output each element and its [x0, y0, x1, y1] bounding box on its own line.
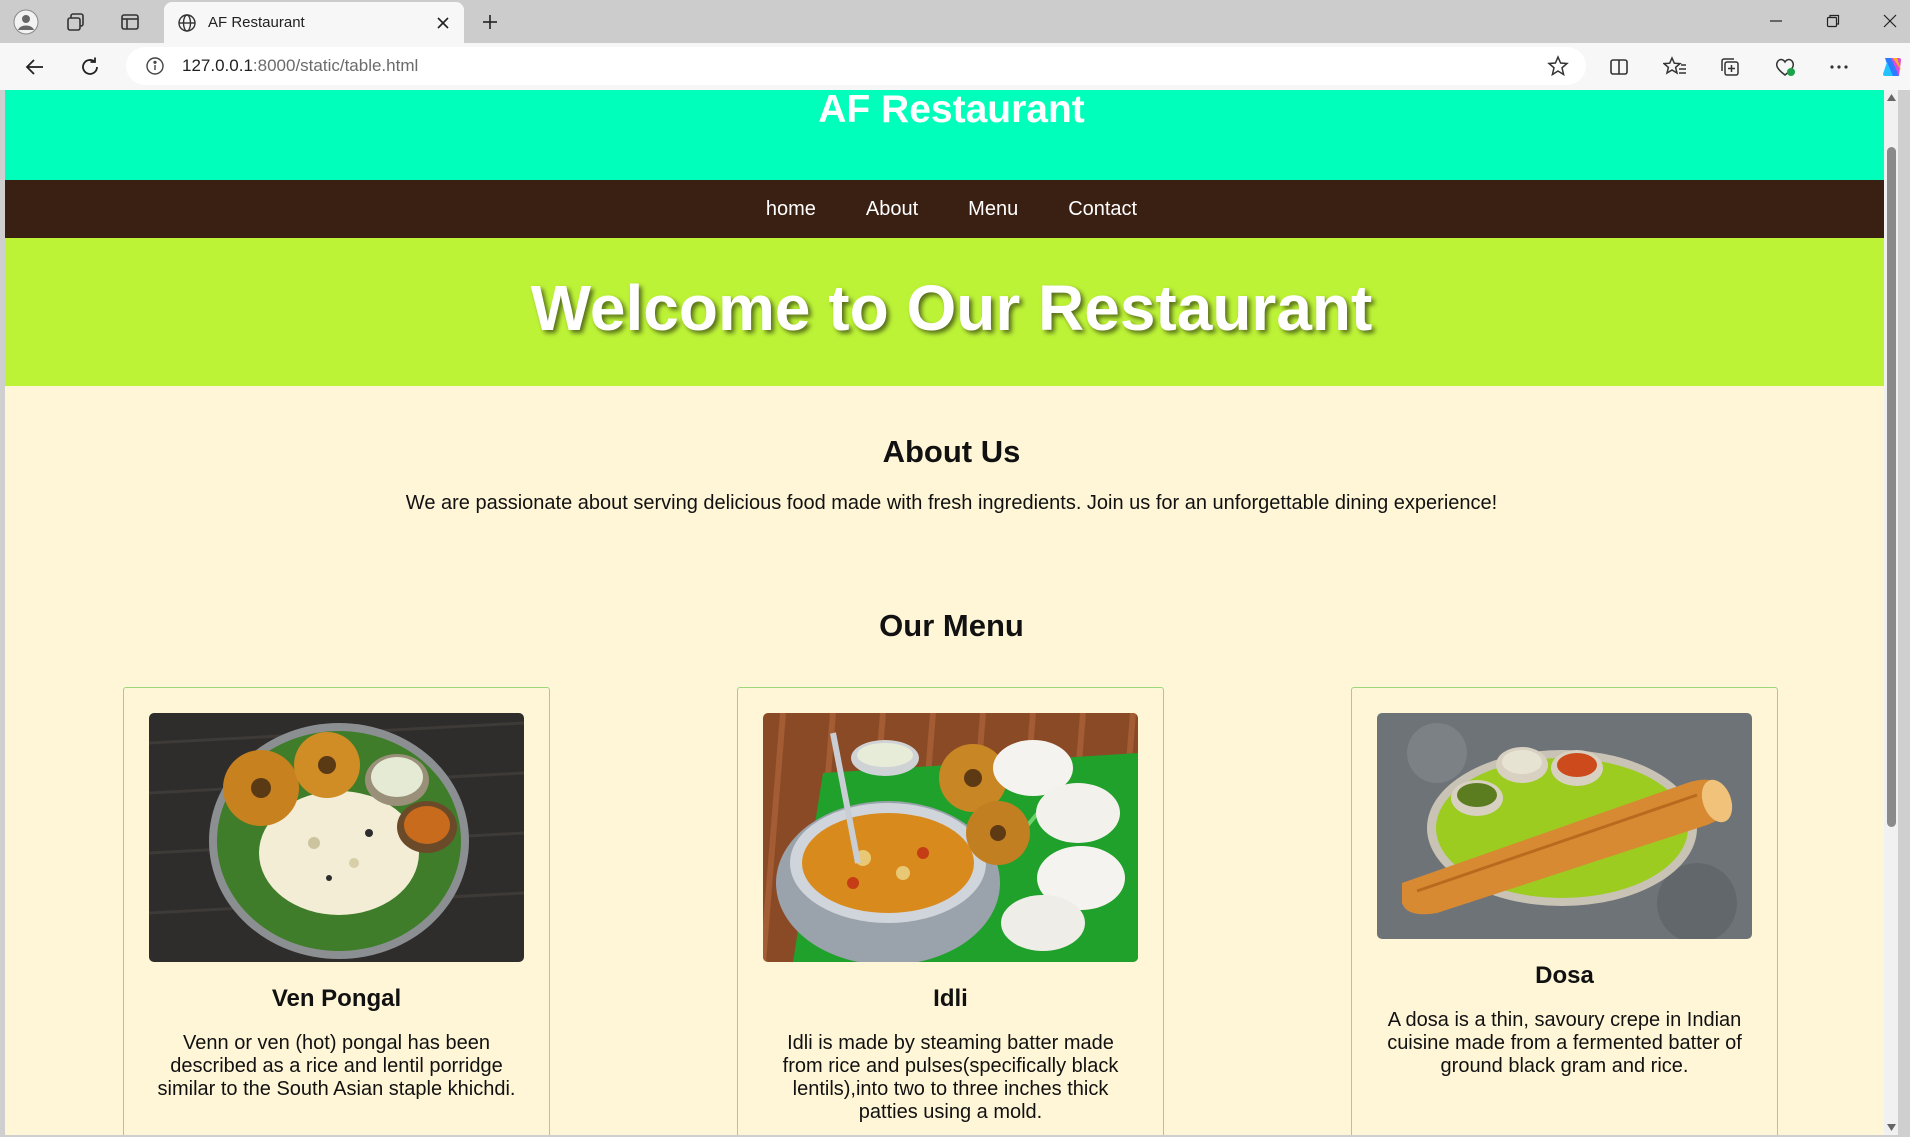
nav-link-about[interactable]: About — [866, 198, 918, 221]
tab-title: AF Restaurant — [208, 14, 305, 31]
menu-card: Ven Pongal Venn or ven (hot) pongal has … — [123, 687, 550, 1135]
menu-heading: Our Menu — [879, 608, 1024, 643]
browser-tab-strip: AF Restaurant — [0, 0, 1910, 43]
url-path: :8000/static/table.html — [252, 56, 419, 75]
close-window-icon[interactable] — [1862, 0, 1910, 42]
favorite-star-icon[interactable] — [1546, 54, 1570, 78]
dish-name: Ven Pongal — [271, 985, 402, 1012]
scroll-down-icon[interactable] — [1887, 1124, 1896, 1131]
active-tab[interactable]: AF Restaurant — [164, 2, 464, 43]
browser-essentials-icon[interactable] — [1769, 51, 1801, 83]
dish-name: Dosa — [1535, 962, 1594, 989]
dish-name: Idli — [933, 985, 968, 1012]
site-header: AF Restaurant — [5, 90, 1898, 180]
more-options-icon[interactable] — [1823, 51, 1855, 83]
scroll-up-icon[interactable] — [1887, 94, 1896, 101]
idli-image — [763, 713, 1138, 962]
hero-banner: Welcome to Our Restaurant — [5, 238, 1898, 386]
profile-icon[interactable] — [10, 6, 42, 38]
dosa-image — [1377, 713, 1752, 939]
page-scrollbar[interactable] — [1884, 90, 1898, 1135]
nav-link-home[interactable]: home — [766, 198, 816, 221]
url-host: 127.0.0.1 — [182, 56, 253, 75]
ven-pongal-image — [149, 713, 524, 962]
about-text: We are passionate about serving deliciou… — [405, 492, 1498, 514]
dish-description: Venn or ven (hot) pongal has been descri… — [157, 1032, 516, 1100]
new-tab-icon[interactable] — [474, 6, 506, 38]
nav-link-contact[interactable]: Contact — [1068, 198, 1137, 221]
scroll-thumb[interactable] — [1887, 147, 1896, 827]
menu-card: Dosa A dosa is a thin, savoury crepe in … — [1351, 687, 1778, 1135]
hero-heading: Welcome to Our Restaurant — [530, 272, 1373, 344]
dish-description: Idli is made by steaming batter made fro… — [782, 1032, 1119, 1123]
favorites-icon[interactable] — [1659, 51, 1691, 83]
minimize-icon[interactable] — [1748, 0, 1804, 42]
menu-grid: Ven Pongal Venn or ven (hot) pongal has … — [5, 644, 1898, 1135]
close-tab-icon[interactable] — [430, 10, 456, 36]
back-arrow-icon[interactable] — [18, 50, 52, 84]
site-title: AF Restaurant — [818, 90, 1085, 131]
site-nav: home About Menu Contact — [5, 180, 1898, 238]
restore-icon[interactable] — [1805, 0, 1861, 42]
about-section: About Us We are passionate about serving… — [5, 386, 1898, 515]
browser-toolbar: 127.0.0.1:8000/static/table.html — [0, 43, 1910, 90]
url-text: 127.0.0.1:8000/static/table.html — [182, 56, 418, 76]
dish-description: A dosa is a thin, savoury crepe in India… — [1387, 1009, 1742, 1077]
site-info-icon[interactable] — [144, 55, 166, 77]
collections-icon[interactable] — [1714, 51, 1746, 83]
vertical-tabs-icon[interactable] — [114, 6, 146, 38]
copilot-icon[interactable] — [1876, 51, 1908, 83]
reload-icon[interactable] — [73, 50, 107, 84]
nav-link-menu[interactable]: Menu — [968, 198, 1018, 221]
workspaces-icon[interactable] — [60, 6, 92, 38]
globe-icon — [176, 12, 198, 34]
about-heading: About Us — [882, 434, 1021, 469]
page-viewport: AF Restaurant home About Menu Contact We… — [5, 90, 1898, 1135]
menu-card: Idli Idli is made by steaming batter mad… — [737, 687, 1164, 1135]
address-bar[interactable]: 127.0.0.1:8000/static/table.html — [126, 47, 1586, 85]
split-screen-icon[interactable] — [1603, 51, 1635, 83]
